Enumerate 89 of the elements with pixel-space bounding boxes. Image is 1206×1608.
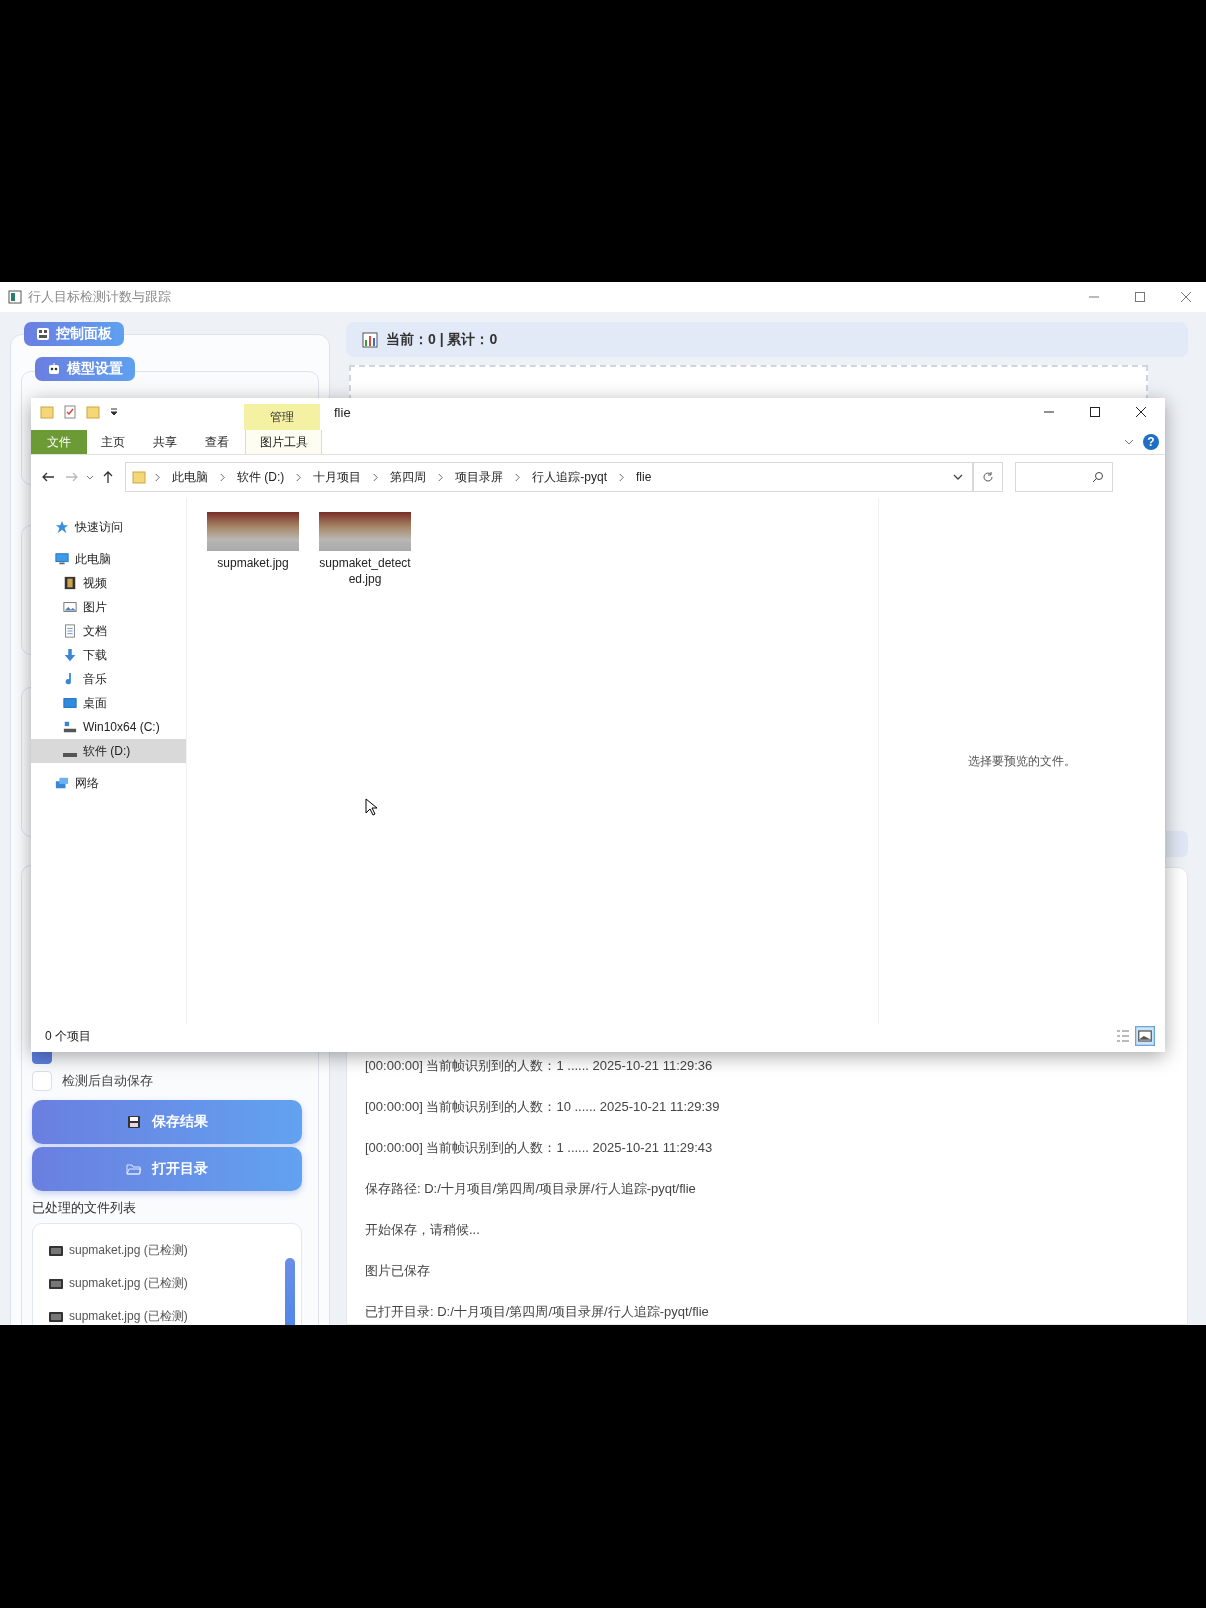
log-line: [00:00:00] 当前帧识别到的人数：10 ...... 2025-10-21 11:29:39: [365, 1098, 721, 1116]
app-icon: [8, 290, 22, 304]
help-button[interactable]: ?: [1143, 434, 1159, 450]
up-arrow-icon[interactable]: [101, 470, 115, 484]
stats-text: 当前：0 | 累计：0: [386, 330, 498, 349]
log-line: 保存路径: D:/十月项目/第四周/项目录屏/行人追踪-pyqt/flie: [365, 1180, 697, 1198]
folder-icon: [126, 1162, 142, 1176]
nav-item[interactable]: 快速访问: [31, 515, 186, 539]
nav-item[interactable]: 音乐: [31, 667, 186, 691]
ribbon-tab[interactable]: 查看: [191, 430, 243, 454]
window-title: 行人目标检测计数与跟踪: [28, 288, 171, 306]
breadcrumb[interactable]: 软件 (D:): [234, 468, 288, 486]
bar-chart-icon: [362, 331, 378, 348]
robot-icon: [47, 362, 61, 376]
chevron-right-icon: [219, 472, 226, 482]
file-list-item[interactable]: supmaket.jpg (已检测): [33, 1300, 301, 1325]
nav-item[interactable]: 此电脑: [31, 547, 186, 571]
chevron-right-icon: [514, 472, 522, 482]
list-title: 已处理的文件列表: [32, 1199, 137, 1217]
breadcrumb[interactable]: 第四周: [387, 468, 430, 486]
file-list-item[interactable]: supmaket.jpg (已检测): [33, 1234, 301, 1267]
address-bar[interactable]: 此电脑 软件 (D:) 十月项目 第四周 项目录屏 行人追踪-pyqt flie: [125, 462, 973, 492]
floppy-icon: [126, 1115, 142, 1129]
nav-item[interactable]: 图片: [31, 595, 186, 619]
refresh-icon: [982, 471, 994, 483]
panel-title: 控制面板: [24, 322, 124, 346]
nav-item[interactable]: 软件 (D:): [31, 739, 186, 763]
preview-message: 选择要预览的文件。: [968, 752, 1076, 770]
down-arrow-icon: [63, 648, 77, 662]
desktop-icon: [63, 696, 77, 710]
photo-placeholder[interactable]: [319, 512, 411, 551]
breadcrumb[interactable]: 行人追踪-pyqt: [529, 468, 610, 486]
photo-placeholder[interactable]: [207, 512, 299, 551]
document-icon: [63, 624, 77, 638]
maximize-button[interactable]: [1089, 406, 1101, 418]
picture-icon: [63, 600, 77, 614]
log-line: [00:00:00] 当前帧识别到的人数：1 ...... 2025-10-21 11:29:36: [365, 1057, 714, 1075]
nav-item[interactable]: Win10x64 (C:): [31, 715, 186, 739]
drive-icon: [63, 753, 77, 757]
checkbox-label: 检测后自动保存: [62, 1072, 153, 1090]
breadcrumb[interactable]: 此电脑: [169, 468, 211, 486]
folder-icon: [132, 469, 146, 485]
log-line: 已打开目录: D:/十月项目/第四周/项目录屏/行人追踪-pyqt/flie: [365, 1303, 710, 1321]
image-file-icon: [49, 1311, 63, 1322]
chevron-right-icon: [437, 472, 445, 482]
search-field[interactable]: [1015, 462, 1113, 492]
close-button[interactable]: [1135, 406, 1147, 418]
grid-icon: [36, 327, 50, 341]
log-line: 开始保存，请稍候...: [365, 1221, 481, 1239]
nav-item[interactable]: 视频: [31, 571, 186, 595]
chevron-right-icon: [154, 472, 161, 482]
image-file-icon: [49, 1278, 63, 1289]
panel-strip: [1166, 831, 1188, 857]
status-text: 0 个项目: [45, 1027, 91, 1045]
file-name[interactable]: supmaket.jpg: [207, 555, 299, 571]
star-icon: [55, 520, 69, 534]
dropdown-icon[interactable]: [109, 407, 119, 417]
nav-item[interactable]: 网络: [31, 771, 186, 795]
window-title: flie: [334, 404, 351, 420]
drive-icon: [63, 720, 77, 734]
context-tab-header: 管理: [244, 404, 320, 430]
back-arrow-icon[interactable]: [41, 470, 55, 484]
large-icons-view-icon[interactable]: [1135, 1026, 1155, 1046]
ribbon-tab[interactable]: 图片工具: [245, 430, 322, 454]
chevron-right-icon: [372, 472, 380, 482]
refresh-button[interactable]: [973, 462, 1003, 492]
breadcrumb[interactable]: 项目录屏: [452, 468, 507, 486]
file-list-item[interactable]: supmaket.jpg (已检测): [33, 1267, 301, 1300]
chevron-right-icon: [295, 472, 303, 482]
image-file-icon: [49, 1245, 63, 1256]
film-icon: [63, 576, 77, 590]
log-line: 图片已保存: [365, 1262, 431, 1280]
network-icon: [55, 776, 69, 790]
breadcrumb[interactable]: 十月项目: [310, 468, 365, 486]
monitor-icon: [55, 552, 69, 566]
mouse-cursor-icon: [365, 798, 377, 816]
nav-item[interactable]: 文档: [31, 619, 186, 643]
nav-item[interactable]: 下载: [31, 643, 186, 667]
ribbon-tab[interactable]: 主页: [87, 430, 139, 454]
log-line: [00:00:00] 当前帧识别到的人数：1 ...... 2025-10-21 11:29:43: [365, 1139, 714, 1157]
chevron-right-icon: [618, 472, 625, 482]
nav-item[interactable]: 桌面: [31, 691, 186, 715]
section-title: 模型设置: [35, 357, 135, 381]
search-icon: [1092, 471, 1104, 483]
checklist-icon[interactable]: [63, 405, 77, 419]
breadcrumb[interactable]: flie: [633, 470, 655, 484]
scrollbar[interactable]: [285, 1258, 295, 1325]
ribbon-tab[interactable]: 共享: [139, 430, 191, 454]
file-name[interactable]: supmaket_detected.jpg: [319, 555, 411, 587]
